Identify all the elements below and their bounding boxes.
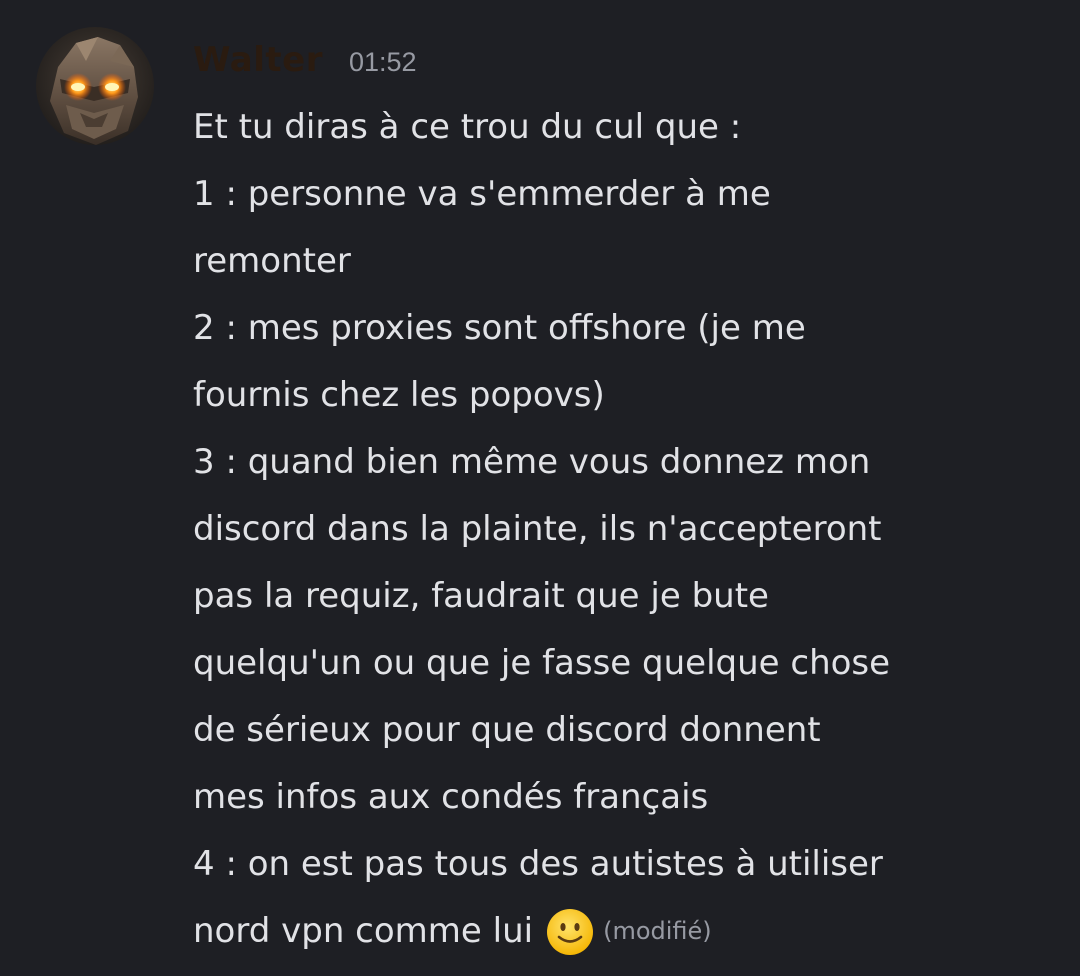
message-line: de sérieux pour que discord donnent bbox=[193, 710, 821, 750]
message-line: discord dans la plainte, ils n'acceptero… bbox=[193, 509, 882, 549]
message-line: nord vpn comme lui bbox=[193, 911, 534, 951]
message-content: Et tu diras à ce trou du cul que : 1 : p… bbox=[193, 94, 1063, 965]
message-line: fournis chez les popovs) bbox=[193, 375, 605, 415]
message-line: 4 : on est pas tous des autistes à utili… bbox=[193, 844, 883, 884]
message-last-line: nord vpn comme lui (modifié) bbox=[193, 898, 1063, 965]
golem-avatar-icon bbox=[36, 27, 154, 145]
slightly-smiling-face-icon[interactable] bbox=[545, 907, 595, 957]
avatar[interactable] bbox=[36, 27, 154, 145]
message-line: 1 : personne va s'emmerder à me bbox=[193, 174, 771, 214]
edited-label: (modifié) bbox=[603, 917, 712, 945]
username[interactable]: Walter bbox=[193, 40, 323, 80]
timestamp: 01:52 bbox=[348, 47, 417, 77]
message-line: mes infos aux condés français bbox=[193, 777, 709, 817]
chat-message: Walter 01:52 Et tu diras à ce trou du cu… bbox=[0, 0, 1080, 976]
message-line: pas la requiz, faudrait que je bute bbox=[193, 576, 769, 616]
message-line: quelqu'un ou que je fasse quelque chose bbox=[193, 643, 891, 683]
message-header: Walter 01:52 bbox=[193, 40, 417, 90]
message-line: Et tu diras à ce trou du cul que : bbox=[193, 107, 742, 147]
message-line: 3 : quand bien même vous donnez mon bbox=[193, 442, 871, 482]
message-line: 2 : mes proxies sont offshore (je me bbox=[193, 308, 806, 348]
message-line: remonter bbox=[193, 241, 351, 281]
